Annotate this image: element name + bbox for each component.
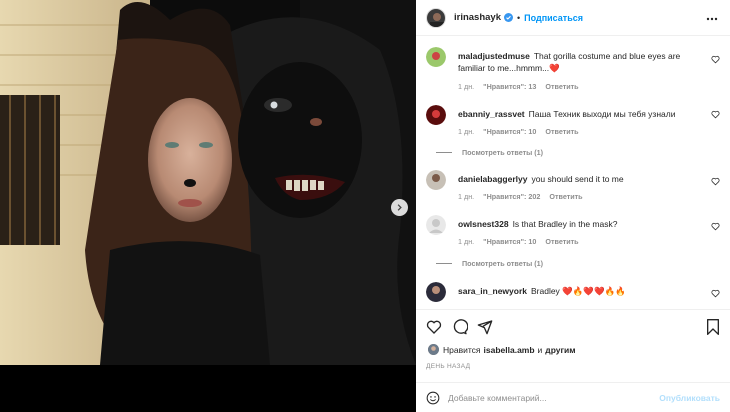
view-replies-label: Посмотреть ответы (1): [462, 259, 544, 268]
comment-username[interactable]: ebanniy_rassvet: [458, 109, 525, 119]
comment-avatar[interactable]: [426, 105, 446, 125]
liker-username[interactable]: isabella.amb: [484, 345, 535, 355]
publish-button[interactable]: Опубликовать: [659, 393, 720, 403]
likes-summary: Нравится isabella.amb и другим: [428, 344, 579, 355]
comment-meta: 1 дн. "Нравится": 202 Ответить: [458, 192, 583, 201]
comments-list[interactable]: maladjustedmuse That gorilla costume and …: [416, 37, 730, 309]
comment-likes[interactable]: "Нравится": 202: [483, 192, 540, 201]
like-heart-icon[interactable]: [426, 319, 442, 335]
post-photo[interactable]: [0, 0, 416, 365]
post-media: [0, 0, 416, 412]
comment-emoji: ❤️🔥❤️❤️🔥🔥: [562, 286, 626, 296]
comment-bubble-icon[interactable]: [452, 319, 468, 335]
comment-time[interactable]: 1 дн.: [458, 127, 474, 136]
comment-text: sara_in_newyork Bradley ❤️🔥❤️❤️🔥🔥: [458, 285, 706, 297]
replies-divider: [436, 152, 452, 153]
comment-text: maladjustedmuse That gorilla costume and …: [458, 50, 706, 74]
comment-likes[interactable]: "Нравится": 10: [483, 237, 536, 246]
follow-button[interactable]: Подписаться: [524, 13, 583, 23]
comment-text: ebanniy_rassvet Паша Техник выходи мы теб…: [458, 108, 706, 120]
comment-emoji: ❤️: [549, 63, 560, 73]
share-send-icon[interactable]: [477, 319, 493, 335]
comment-username[interactable]: sara_in_newyork: [458, 286, 527, 296]
add-comment-bar: Опубликовать: [416, 382, 730, 412]
more-options-icon[interactable]: [706, 12, 718, 30]
like-comment-icon[interactable]: [711, 110, 720, 119]
comment-content: you should send it to me: [531, 174, 624, 184]
reply-button[interactable]: Ответить: [545, 82, 578, 91]
comment-content: Паша Техник выходи мы тебя узнали: [528, 109, 676, 119]
comment-text: owlsnest328 Is that Bradley in the mask?: [458, 218, 706, 230]
reply-button[interactable]: Ответить: [545, 127, 578, 136]
comment-time[interactable]: 1 дн.: [458, 82, 474, 91]
comment-content: Bradley: [530, 286, 560, 296]
comment-meta: 1 дн. "Нравится": 10 Ответить: [458, 237, 579, 246]
post-modal: irinashayk • Подписаться maladjustedmuse…: [0, 0, 730, 412]
author-avatar[interactable]: [426, 7, 446, 28]
reply-button[interactable]: Ответить: [545, 237, 578, 246]
likes-others-link[interactable]: другим: [545, 345, 575, 355]
comment-avatar[interactable]: [426, 170, 446, 190]
comment-likes[interactable]: "Нравится": 10: [483, 127, 536, 136]
like-comment-icon[interactable]: [711, 289, 720, 298]
comment-avatar[interactable]: [426, 47, 446, 67]
comment-username[interactable]: owlsnest328: [458, 219, 509, 229]
like-comment-icon[interactable]: [711, 222, 720, 231]
post-header: irinashayk • Подписаться: [416, 0, 730, 36]
comment-meta: 1 дн. "Нравится": 13 Ответить: [458, 82, 579, 91]
post-date[interactable]: ДЕНЬ НАЗАД: [426, 363, 470, 370]
liker-avatar[interactable]: [428, 344, 439, 355]
comment-time[interactable]: 1 дн.: [458, 192, 474, 201]
comment-avatar[interactable]: [426, 215, 446, 235]
verified-badge-icon: [504, 13, 513, 22]
comment-content: Is that Bradley in the mask?: [512, 219, 618, 229]
comment-avatar[interactable]: [426, 282, 446, 302]
header-separator: •: [517, 12, 521, 23]
comment-likes[interactable]: "Нравится": 13: [483, 82, 536, 91]
likes-prefix: Нравится: [443, 344, 481, 355]
post-actions-bar: [416, 309, 730, 342]
comment-input[interactable]: [448, 392, 638, 403]
next-media-button[interactable]: [391, 199, 408, 216]
comment-text: danielabaggerlyy you should send it to me: [458, 173, 706, 185]
reply-button[interactable]: Ответить: [549, 192, 582, 201]
comment-username[interactable]: maladjustedmuse: [458, 51, 530, 61]
comment-meta: 1 дн. "Нравится": 10 Ответить: [458, 127, 579, 136]
view-replies-button[interactable]: Посмотреть ответы (1): [436, 148, 543, 157]
author-username[interactable]: irinashayk: [454, 12, 501, 23]
post-sidebar: irinashayk • Подписаться maladjustedmuse…: [416, 0, 730, 412]
save-bookmark-icon[interactable]: [706, 319, 720, 335]
view-replies-button[interactable]: Посмотреть ответы (1): [436, 259, 543, 268]
replies-divider: [436, 263, 452, 264]
comment-username[interactable]: danielabaggerlyy: [458, 174, 527, 184]
likes-middle: и: [537, 344, 543, 355]
like-comment-icon[interactable]: [711, 177, 720, 186]
chevron-right-icon: [397, 204, 402, 211]
emoji-smile-icon[interactable]: [426, 391, 440, 405]
like-comment-icon[interactable]: [711, 55, 720, 64]
comment-time[interactable]: 1 дн.: [458, 237, 474, 246]
view-replies-label: Посмотреть ответы (1): [462, 148, 544, 157]
